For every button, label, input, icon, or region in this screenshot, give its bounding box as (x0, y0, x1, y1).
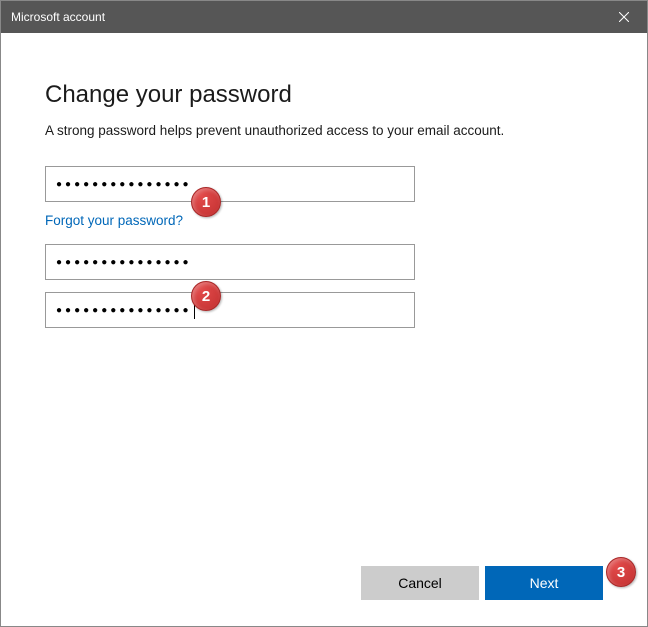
window-title: Microsoft account (11, 10, 105, 24)
dialog-footer: Cancel Next (361, 566, 603, 600)
next-button[interactable]: Next (485, 566, 603, 600)
confirm-password-input[interactable]: ●●●●●●●●●●●●●●● (45, 292, 415, 328)
content-area: Change your password A strong password h… (1, 33, 647, 328)
page-subtext: A strong password helps prevent unauthor… (45, 123, 603, 138)
current-password-value: ●●●●●●●●●●●●●●● (56, 179, 192, 190)
window-titlebar: Microsoft account (1, 1, 647, 33)
cancel-button[interactable]: Cancel (361, 566, 479, 600)
page-heading: Change your password (45, 81, 603, 109)
annotation-marker-2: 2 (191, 281, 221, 311)
close-icon (619, 12, 629, 22)
annotation-marker-3: 3 (606, 557, 636, 587)
forgot-password-link[interactable]: Forgot your password? (45, 213, 183, 228)
new-password-input[interactable]: ●●●●●●●●●●●●●●● (45, 244, 415, 280)
confirm-password-value: ●●●●●●●●●●●●●●● (56, 305, 192, 316)
new-password-value: ●●●●●●●●●●●●●●● (56, 257, 192, 268)
annotation-marker-1: 1 (191, 187, 221, 217)
close-button[interactable] (601, 1, 647, 33)
current-password-input[interactable]: ●●●●●●●●●●●●●●● (45, 166, 415, 202)
